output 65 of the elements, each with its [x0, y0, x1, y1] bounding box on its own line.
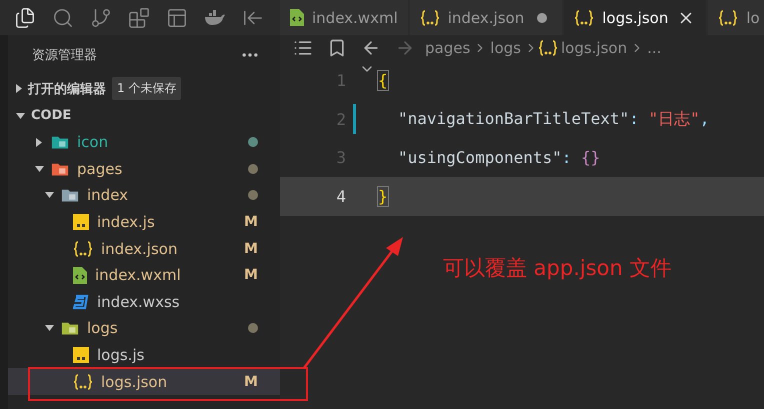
blocks-icon [128, 6, 150, 28]
git-status: M [244, 374, 258, 390]
tree-item[interactable]: index [8, 182, 280, 209]
breadcrumb-item[interactable]: pages [425, 39, 470, 57]
tree-item[interactable]: logs.js [8, 342, 280, 368]
sidebar-title: 资源管理器 [32, 47, 97, 64]
file-name: index.wxml [95, 266, 182, 284]
line-number: 4 [335, 187, 346, 206]
editor-tab[interactable]: index.wxml [280, 0, 408, 35]
panel-icon [166, 6, 188, 28]
code-line: { [378, 70, 388, 90]
braces-icon [718, 10, 738, 26]
braces-icon [73, 374, 93, 390]
code-file-icon [73, 266, 87, 284]
braces-icon [538, 40, 558, 56]
tree-item[interactable]: pages [8, 156, 280, 182]
code-file-icon [290, 9, 304, 26]
editor-tab[interactable]: index.json [410, 0, 562, 35]
branch-icon [90, 6, 112, 28]
annotation-text: 可以覆盖 app.json 文件 [443, 255, 672, 282]
section-header[interactable]: CODE [31, 108, 72, 123]
js-file-icon [73, 347, 89, 364]
code-line: "navigationBarTitleText": "日志", [397, 108, 710, 130]
file-name: index.json [101, 240, 178, 258]
file-name: index [87, 186, 130, 204]
tree-item[interactable]: logs [8, 315, 280, 342]
file-name: logs [87, 319, 119, 338]
braces-icon [73, 240, 93, 257]
tree-item[interactable]: icon [8, 129, 280, 156]
breadcrumb-item[interactable]: ... [647, 39, 662, 57]
file-name: index.wxss [97, 292, 181, 311]
git-status: M [244, 214, 258, 230]
git-status: M [244, 267, 258, 284]
breadcrumb-item[interactable]: logs [490, 39, 521, 57]
tree-item[interactable]: logs.json M [8, 368, 280, 395]
tree-item[interactable]: index.wxml M [8, 262, 280, 289]
braces-icon [574, 10, 594, 26]
code-line: "usingComponents": {} [397, 148, 600, 168]
folder-icon [61, 188, 79, 203]
whale-icon [204, 10, 226, 26]
collapsed-triangle-icon[interactable] [16, 84, 22, 93]
search-icon [52, 6, 74, 28]
expanded-triangle-icon[interactable] [16, 112, 25, 118]
files-icon [14, 6, 36, 28]
tree-item[interactable]: index.wxss [8, 288, 280, 316]
css-file-icon [73, 294, 89, 310]
file-name: logs.json [101, 372, 168, 391]
folder-icon [61, 321, 79, 336]
unsaved-dot [537, 12, 548, 22]
braces-icon [420, 10, 440, 26]
file-name: index.js [97, 213, 156, 232]
folder-icon [51, 162, 69, 176]
tree-item[interactable]: index.js M [8, 208, 280, 236]
code-line: } [378, 187, 388, 206]
tree-item[interactable]: index.json M [8, 235, 280, 262]
file-name: pages [77, 160, 124, 178]
file-name: icon [77, 133, 110, 152]
unsaved-count: 1 个未保存 [112, 77, 182, 100]
editor-tab[interactable]: lo [708, 0, 764, 35]
section-header[interactable]: 打开的编辑器 [28, 80, 106, 98]
breadcrumb-item[interactable]: logs.json [560, 39, 628, 57]
folder-icon [51, 135, 69, 150]
file-name: logs.js [97, 346, 146, 364]
git-status: M [244, 240, 258, 257]
js-file-icon [73, 214, 89, 230]
